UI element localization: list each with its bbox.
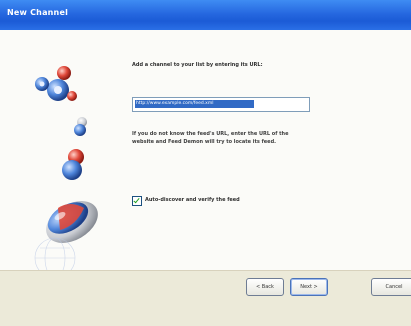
url-input-value[interactable]: http://www.example.com/feed.xml [135,100,254,108]
help-text: If you do not know the feed's URL, enter… [132,131,289,145]
gears-icon [35,66,77,101]
title-bar[interactable]: New Channel [0,0,411,30]
next-button[interactable]: Next > [290,278,328,296]
check-icon [133,196,140,204]
button-bar [0,270,411,326]
ball-icon [62,117,87,180]
cancel-button[interactable]: Cancel [371,278,411,296]
url-input[interactable]: http://www.example.com/feed.xml [132,97,310,112]
autodiscover-label[interactable]: Auto-discover and verify the feed [145,197,240,203]
instruction-text: Add a channel to your list by entering i… [132,62,263,68]
back-button[interactable]: < Back [246,278,284,296]
window-title: New Channel [7,8,69,17]
autodiscover-checkbox[interactable] [132,196,142,206]
wizard-artwork [34,66,98,270]
